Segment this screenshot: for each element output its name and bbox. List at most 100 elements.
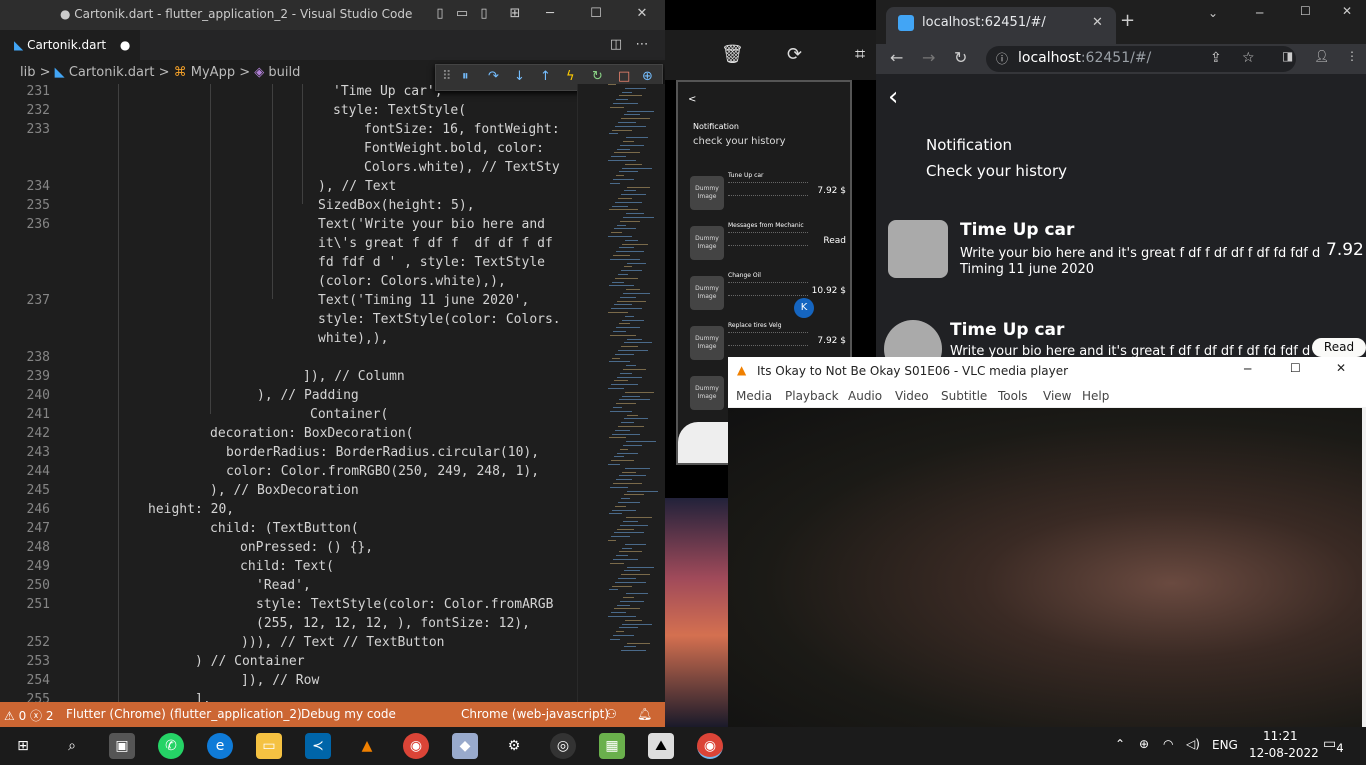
device-selector[interactable]: Chrome (web-javascript) [461, 707, 609, 721]
stop-icon[interactable]: □ [618, 69, 630, 84]
tray-chevron-icon[interactable]: ⌃ [1115, 737, 1125, 751]
minimize-button[interactable]: ─ [1256, 6, 1263, 20]
step-into-icon[interactable]: ↓ [514, 69, 525, 84]
pause-icon[interactable]: ⏸ [462, 69, 469, 84]
layout-panel-icon[interactable]: ▭ [452, 4, 472, 24]
step-out-icon[interactable]: ↑ [540, 69, 551, 84]
menu-media[interactable]: Media [736, 389, 772, 403]
photos-icon[interactable]: ⛰ [648, 733, 674, 759]
wifi-icon[interactable]: ◠ [1163, 737, 1173, 751]
maximize-button[interactable]: ☐ [586, 4, 606, 24]
minimap-line [612, 509, 636, 511]
app-icon[interactable]: ◆ [452, 733, 478, 759]
read-button[interactable]: Read [1312, 338, 1366, 357]
notification-item[interactable]: Dummy Image Tune Up car 7.92 $ [690, 170, 846, 216]
taskbar: ⊞ ⌕ ▣ ✆ e ▭ ≺ ▲ ◉ ◆ ⚙ ◎ ▦ ⛰ ◉ ⌃ ⊕ ◠ ◁) E… [0, 727, 1366, 765]
whatsapp-icon[interactable]: ✆ [158, 733, 184, 759]
video-frame[interactable] [728, 408, 1362, 727]
app-icon[interactable]: ▣ [109, 733, 135, 759]
minimap[interactable] [577, 84, 665, 702]
info-icon[interactable]: ⓘ [996, 50, 1008, 67]
bell-icon[interactable]: 🔔︎ [637, 707, 652, 721]
notification-item[interactable]: Dummy Image Messages from Mechanic Read [690, 220, 846, 266]
start-windows-icon[interactable]: ⊞ [10, 733, 36, 759]
close-button[interactable]: ✕ [632, 4, 652, 24]
debug-config[interactable]: Debug my code [301, 707, 396, 721]
menu-subtitle[interactable]: Subtitle [941, 389, 987, 403]
new-tab-icon[interactable]: + [1120, 10, 1135, 31]
breadcrumb-class[interactable]: MyApp [191, 65, 235, 80]
media-icon[interactable]: ◎ [550, 733, 576, 759]
chrome-icon[interactable]: ◉ [403, 733, 429, 759]
menu-audio[interactable]: Audio [848, 389, 882, 403]
problems-indicator[interactable]: ⚠ 0 ⓧ 2 [4, 707, 53, 724]
menu-video[interactable]: Video [895, 389, 929, 403]
bluestacks-icon[interactable]: ▦ [599, 733, 625, 759]
step-over-icon[interactable]: ↷ [488, 69, 499, 84]
vscode-icon[interactable]: ≺ [305, 733, 331, 759]
close-button[interactable]: ✕ [1336, 361, 1346, 375]
phone-back-icon[interactable]: < [688, 94, 696, 105]
language-indicator[interactable]: ENG [1212, 738, 1238, 752]
code-editor[interactable]: 231 'Time Up car', 232 style: TextStyle(233… [0, 84, 575, 702]
profile-icon[interactable]: 👤︎ [1314, 49, 1329, 63]
phone-fab[interactable]: K [794, 298, 814, 318]
hot-reload-icon[interactable]: ϟ [566, 69, 575, 84]
customize-layout-icon[interactable]: ⊞ [505, 4, 525, 24]
bookmark-star-icon[interactable]: ☆ [1242, 50, 1255, 66]
close-button[interactable]: ✕ [1342, 4, 1352, 18]
menu-playback[interactable]: Playback [785, 389, 839, 403]
unsaved-dot-icon[interactable]: ● [120, 38, 130, 52]
side-panel-icon[interactable]: ◨ [1282, 49, 1293, 63]
chrome-menu-icon[interactable]: ⋮ [1346, 49, 1358, 63]
menu-view[interactable]: View [1043, 389, 1071, 403]
layout-sidebar-icon[interactable]: ▯ [430, 4, 450, 24]
feedback-icon[interactable]: ⚇ [606, 707, 617, 721]
trash-icon[interactable]: 🗑︎ [721, 44, 744, 65]
layout-secondary-icon[interactable]: ▯ [474, 4, 494, 24]
menu-help[interactable]: Help [1082, 389, 1109, 403]
breadcrumb-method[interactable]: build [268, 65, 300, 80]
address-bar[interactable]: ⓘ localhost:62451/#/ ⇪ ☆ [986, 46, 1296, 72]
restart-icon[interactable]: ↻ [592, 69, 603, 84]
tab-search-icon[interactable]: ⌄ [1208, 6, 1218, 20]
flutter-target[interactable]: Flutter (Chrome) (flutter_application_2) [66, 707, 302, 721]
chrome-active-icon[interactable]: ◉ [697, 733, 723, 759]
crop-icon[interactable]: ⌗ [855, 44, 865, 65]
search-icon[interactable]: ⌕ [59, 733, 85, 759]
rotate-icon[interactable]: ⟳ [787, 44, 802, 65]
code-line: child: (TextButton( [210, 521, 359, 536]
app-back-icon[interactable]: ‹ [888, 82, 898, 112]
notification-item[interactable]: Dummy Image Change Oil 10.92 $ [690, 270, 846, 316]
maximize-button[interactable]: ☐ [1290, 361, 1301, 375]
vlc-icon[interactable]: ▲ [354, 733, 380, 759]
minimize-button[interactable]: ─ [540, 4, 560, 24]
clock-date[interactable]: 12-08-2022 [1249, 746, 1319, 760]
tab-cartonik[interactable]: ◣ Cartonik.dart ● [0, 30, 140, 60]
minimap-line [608, 312, 628, 313]
code-line: style: TextStyle(color: Colors. [318, 312, 561, 327]
tab-close-icon[interactable]: ✕ [1092, 15, 1103, 30]
chrome-tab-title: localhost:62451/#/ [922, 15, 1046, 30]
clock-time[interactable]: 11:21 [1263, 729, 1298, 743]
minimize-button[interactable]: ─ [1244, 362, 1251, 376]
inspect-icon[interactable]: ⊕ [642, 69, 653, 84]
chrome-tab[interactable]: localhost:62451/#/ ✕ [886, 7, 1116, 44]
breadcrumb-lib[interactable]: lib [20, 65, 35, 80]
more-actions-icon[interactable]: ⋯ [632, 35, 652, 55]
volume-icon[interactable]: ◁) [1186, 737, 1200, 751]
split-editor-icon[interactable]: ◫ [606, 35, 626, 55]
maximize-button[interactable]: ☐ [1300, 4, 1311, 18]
file-explorer-icon[interactable]: ▭ [256, 733, 282, 759]
reload-icon[interactable]: ↻ [954, 48, 967, 67]
edge-icon[interactable]: e [207, 733, 233, 759]
menu-tools[interactable]: Tools [998, 389, 1028, 403]
forward-icon[interactable]: → [922, 48, 935, 67]
share-icon[interactable]: ⇪ [1210, 50, 1222, 66]
settings-gear-icon[interactable]: ⚙ [501, 733, 527, 759]
breadcrumb-file[interactable]: Cartonik.dart [69, 65, 155, 80]
network-globe-icon[interactable]: ⊕ [1139, 737, 1149, 751]
back-icon[interactable]: ← [890, 48, 903, 67]
drag-handle-icon[interactable]: ⠿ [442, 69, 452, 84]
notification-icon[interactable]: ▭4 [1323, 736, 1344, 755]
